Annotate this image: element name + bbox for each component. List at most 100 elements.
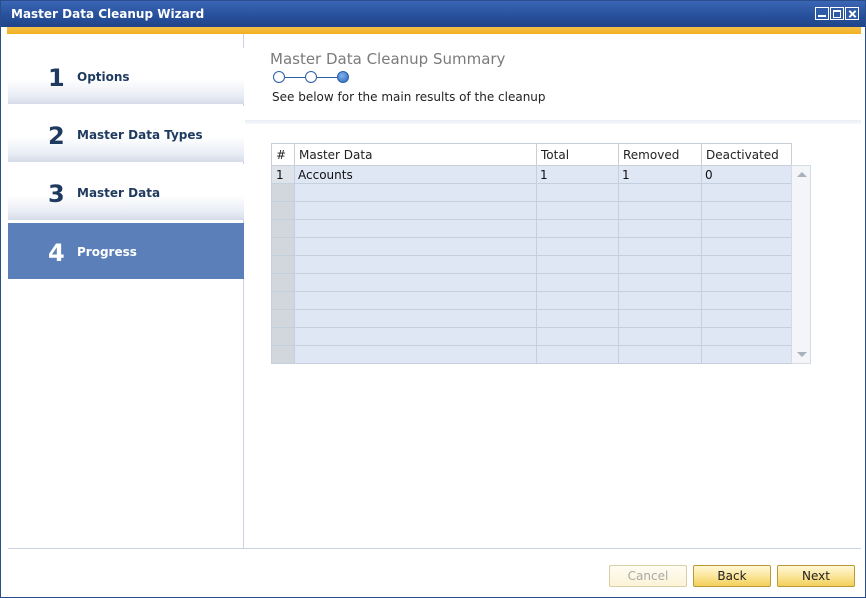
cancel-button[interactable]: Cancel xyxy=(609,565,687,587)
progress-dot-current-icon xyxy=(337,71,349,83)
minimize-icon[interactable] xyxy=(815,7,829,20)
table-cell[interactable]: Accounts xyxy=(294,165,537,184)
table-row[interactable]: 1 Accounts 1 1 0 xyxy=(271,165,792,184)
table-header-row: # Master Data Total Removed Deactivated xyxy=(271,143,792,166)
row-number-cell[interactable] xyxy=(271,273,295,292)
column-header[interactable]: Removed xyxy=(618,143,702,166)
step-options[interactable]: 1 Options xyxy=(8,48,244,104)
table-cell[interactable] xyxy=(701,309,792,328)
table-cell[interactable] xyxy=(536,237,619,256)
table-cell[interactable] xyxy=(701,237,792,256)
vertical-scrollbar[interactable] xyxy=(791,165,811,364)
row-number-cell[interactable] xyxy=(271,219,295,238)
table-row[interactable] xyxy=(271,291,792,310)
table-cell[interactable] xyxy=(618,219,702,238)
table-cell[interactable] xyxy=(294,327,537,346)
table-row[interactable] xyxy=(271,219,792,238)
table-cell[interactable] xyxy=(701,291,792,310)
scroll-down-icon[interactable] xyxy=(797,352,807,357)
next-button[interactable]: Next xyxy=(777,565,855,587)
table-cell[interactable] xyxy=(618,273,702,292)
step-number: 1 xyxy=(48,64,65,92)
progress-connector xyxy=(317,76,337,78)
table-row[interactable] xyxy=(271,345,792,364)
column-header[interactable]: Total xyxy=(536,143,619,166)
table-cell[interactable] xyxy=(294,237,537,256)
table-cell[interactable] xyxy=(294,201,537,220)
table-cell[interactable] xyxy=(701,255,792,274)
table-cell[interactable] xyxy=(701,327,792,346)
table-cell[interactable] xyxy=(536,345,619,364)
table-cell[interactable] xyxy=(294,309,537,328)
table-cell[interactable] xyxy=(618,237,702,256)
table-cell[interactable] xyxy=(701,273,792,292)
close-icon[interactable] xyxy=(845,7,859,20)
step-progress[interactable]: 4 Progress xyxy=(8,223,244,279)
row-number-cell[interactable] xyxy=(271,255,295,274)
table-cell[interactable] xyxy=(618,345,702,364)
row-number-cell[interactable] xyxy=(271,345,295,364)
table-cell[interactable] xyxy=(536,219,619,238)
title-bar[interactable]: Master Data Cleanup Wizard xyxy=(1,1,865,27)
table-cell[interactable]: 0 xyxy=(701,165,792,184)
step-master-data[interactable]: 3 Master Data xyxy=(8,164,244,220)
table-cell[interactable] xyxy=(294,273,537,292)
column-header[interactable]: # xyxy=(271,143,295,166)
table-cell[interactable] xyxy=(618,255,702,274)
step-number: 3 xyxy=(48,180,65,208)
table-row[interactable] xyxy=(271,273,792,292)
table-row[interactable] xyxy=(271,183,792,202)
row-number-cell[interactable]: 1 xyxy=(271,165,295,184)
table-cell[interactable] xyxy=(618,291,702,310)
table-row[interactable] xyxy=(271,237,792,256)
results-grid[interactable]: # Master Data Total Removed Deactivated … xyxy=(271,143,811,364)
step-progress-indicator xyxy=(273,71,353,83)
step-label: Master Data Types xyxy=(77,128,203,142)
row-number-cell[interactable] xyxy=(271,327,295,346)
row-number-cell[interactable] xyxy=(271,201,295,220)
footer-divider xyxy=(8,548,861,549)
row-number-cell[interactable] xyxy=(271,309,295,328)
wizard-steps-sidebar: 1 Options 2 Master Data Types 3 Master D… xyxy=(8,34,244,548)
table-cell[interactable] xyxy=(294,291,537,310)
row-number-cell[interactable] xyxy=(271,237,295,256)
step-number: 2 xyxy=(48,122,65,150)
column-header[interactable]: Deactivated xyxy=(701,143,792,166)
table-cell[interactable]: 1 xyxy=(536,165,619,184)
column-header[interactable]: Master Data xyxy=(294,143,537,166)
back-button[interactable]: Back xyxy=(693,565,771,587)
table-cell[interactable] xyxy=(618,309,702,328)
table-cell[interactable] xyxy=(536,255,619,274)
table-cell[interactable] xyxy=(294,219,537,238)
row-number-cell[interactable] xyxy=(271,183,295,202)
table-cell[interactable] xyxy=(701,219,792,238)
table-cell[interactable]: 1 xyxy=(618,165,702,184)
table-cell[interactable] xyxy=(536,183,619,202)
row-number-cell[interactable] xyxy=(271,291,295,310)
table-row[interactable] xyxy=(271,201,792,220)
table-cell[interactable] xyxy=(536,309,619,328)
table-cell[interactable] xyxy=(294,255,537,274)
table-cell[interactable] xyxy=(536,201,619,220)
table-cell[interactable] xyxy=(294,183,537,202)
table-cell[interactable] xyxy=(536,327,619,346)
table-cell[interactable] xyxy=(701,345,792,364)
step-master-data-types[interactable]: 2 Master Data Types xyxy=(8,106,244,162)
table-cell[interactable] xyxy=(618,183,702,202)
table-cell[interactable] xyxy=(618,327,702,346)
table-row[interactable] xyxy=(271,309,792,328)
step-number: 4 xyxy=(48,239,65,267)
table-cell[interactable] xyxy=(701,183,792,202)
table-row[interactable] xyxy=(271,327,792,346)
window-title: Master Data Cleanup Wizard xyxy=(11,7,205,21)
maximize-icon[interactable] xyxy=(830,7,844,20)
table-cell[interactable] xyxy=(536,273,619,292)
table-cell[interactable] xyxy=(618,201,702,220)
table-cell[interactable] xyxy=(536,291,619,310)
scroll-up-icon[interactable] xyxy=(797,172,807,177)
results-table: # Master Data Total Removed Deactivated … xyxy=(271,143,792,364)
table-cell[interactable] xyxy=(294,345,537,364)
accent-bar xyxy=(7,27,861,34)
table-cell[interactable] xyxy=(701,201,792,220)
table-row[interactable] xyxy=(271,255,792,274)
